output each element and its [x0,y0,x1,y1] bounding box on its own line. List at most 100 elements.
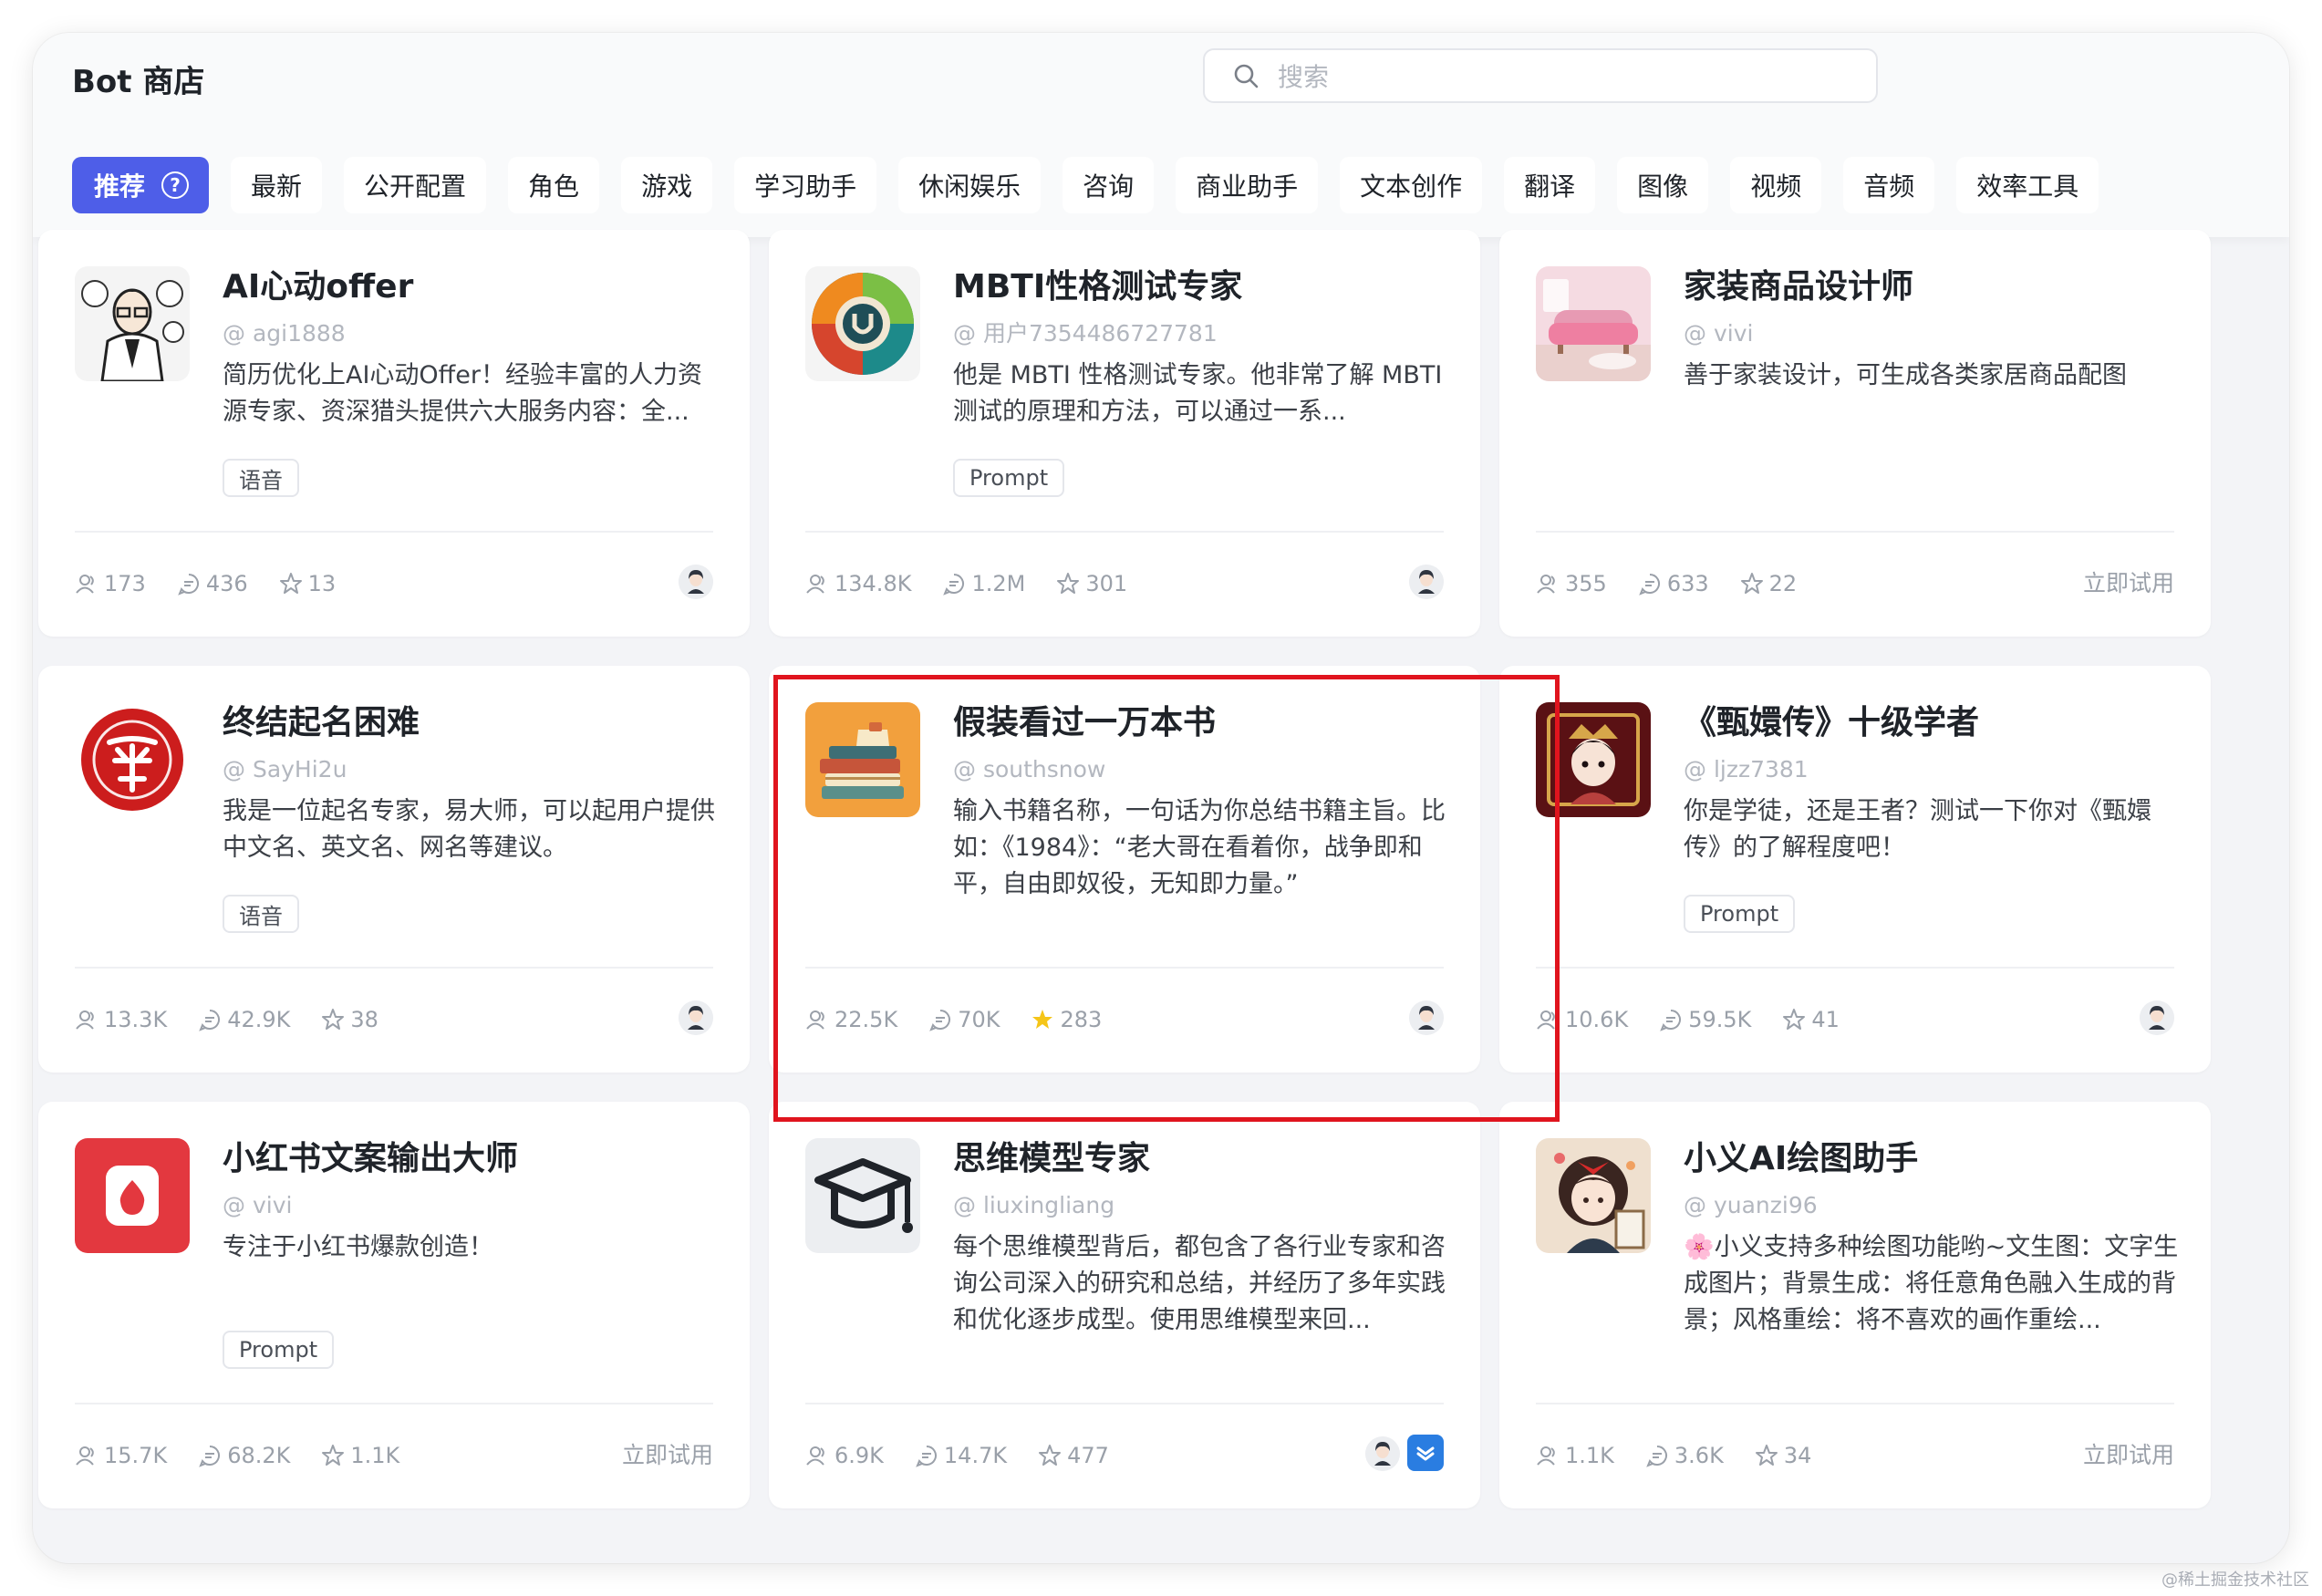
tab-游戏[interactable]: 游戏 [621,157,713,213]
try-now-link[interactable]: 立即试用 [622,1441,713,1470]
creator-avatar[interactable] [679,565,713,599]
chat-bubble-icon [1659,1008,1688,1031]
search-input[interactable] [1276,57,1845,96]
bot-description: 他是 MBTI 性格测试专家。他非常了解 MBTI 测试的原理和方法，可以通过一… [953,361,1443,426]
tab-label: 翻译 [1524,171,1576,202]
tab-label: 角色 [528,171,580,202]
stat-users: 173 [75,571,146,596]
stat-stars[interactable]: 34 [1755,1443,1812,1468]
star-filled-icon [1031,1008,1060,1031]
grad-cap-icon [805,1138,920,1253]
stat-stars-value: 13 [307,571,337,596]
try-now-link[interactable]: 立即试用 [2083,569,2174,598]
stat-stars[interactable]: 1.1K [321,1443,399,1468]
pink-sofa-icon [1536,266,1651,381]
stat-stars[interactable]: 38 [321,1007,378,1032]
star-icon [1740,572,1769,596]
users-icon [75,1444,104,1467]
creator-avatar[interactable] [2140,1000,2174,1035]
bot-description: 输入书籍名称，一句话为你总结书籍主旨。比如：《1984》：“老大哥在看着你，战争… [953,797,1446,898]
users-icon [75,572,104,596]
stat-stars[interactable]: 477 [1038,1443,1109,1468]
tab-label: 图像 [1637,171,1689,202]
stat-chats: 3.6K [1645,1443,1724,1468]
creator-avatar[interactable] [1365,1436,1400,1471]
bot-stats: 134.8K 1.2M 301 [805,569,1158,598]
creator-avatar[interactable] [1409,565,1444,599]
tab-视频[interactable]: 视频 [1730,157,1822,213]
lawyer-portrait-icon [75,266,190,381]
stat-stars[interactable]: 283 [1031,1007,1102,1032]
bot-stats: 15.7K 68.2K 1.1K [75,1441,430,1470]
stat-users: 15.7K [75,1443,167,1468]
bot-card[interactable]: 《甄嬛传》十级学者 @ ljzz7381 你是学徒，还是王者？测试一下你对《甄嬛传》… [1499,666,2211,1073]
bot-card[interactable]: 终结起名困难 @ SayHi2u 我是一位起名专家，易大师，可以起用户提供中文名、英… [38,666,750,1073]
card-divider [805,1403,1444,1404]
stat-stars[interactable]: 301 [1056,571,1127,596]
tab-休闲娱乐[interactable]: 休闲娱乐 [898,157,1042,213]
bot-author: @ agi1888 [223,320,346,347]
tab-公开配置[interactable]: 公开配置 [344,157,487,213]
bot-tag: Prompt [1684,895,1796,933]
stat-chats: 68.2K [198,1443,290,1468]
tab-推荐[interactable]: 推荐? [72,157,210,213]
bot-stats: 355 633 22 [1536,569,1828,598]
tab-音频[interactable]: 音频 [1843,157,1935,213]
bot-stats: 10.6K 59.5K 41 [1536,1005,1871,1034]
book-stack-icon [805,702,920,817]
tab-label: 效率工具 [1976,171,2079,202]
bot-card[interactable]: 思维模型专家 @ liuxingliang 每个思维模型背后，都包含了各行业专家和咨… [769,1102,1480,1508]
stat-stars[interactable]: 13 [279,571,337,596]
search-box[interactable] [1203,48,1878,103]
stat-users: 6.9K [805,1443,884,1468]
star-icon [1755,1444,1784,1467]
tab-最新[interactable]: 最新 [231,157,323,213]
star-icon [1056,572,1085,596]
bot-card[interactable]: 小义AI绘图助手 @ yuanzi96 🌸小义支持多种绘图功能哟~文生图：文字生成图… [1499,1102,2211,1508]
users-icon [1536,1008,1565,1031]
watermark: @稀土掘金技术社区 [2161,1570,2309,1590]
bot-card[interactable]: MBTI性格测试专家 @ 用户7354486727781 他是 MBTI 性格测试专… [769,230,1480,637]
help-circle-icon[interactable]: ? [161,171,190,199]
bot-title: AI心动offer [223,268,414,306]
stat-stars[interactable]: 41 [1782,1007,1840,1032]
bot-description: 简历优化上AI心动Offer！经验丰富的人力资源专家、资深猎头提供六大服务内容：… [223,361,702,426]
try-now-link[interactable]: 立即试用 [2083,1441,2174,1470]
bot-author: @ 用户7354486727781 [953,320,1218,347]
card-divider [805,531,1444,533]
bot-card[interactable]: AI心动offer @ agi1888 简历优化上AI心动Offer！经验丰富的人力… [38,230,750,637]
stat-users: 355 [1536,571,1607,596]
bot-card[interactable]: 假装看过一万本书 @ southsnow 输入书籍名称，一句话为你总结书籍主旨。比如… [769,666,1480,1073]
tab-商业助手[interactable]: 商业助手 [1176,157,1319,213]
tab-图像[interactable]: 图像 [1617,157,1709,213]
tab-label: 最新 [251,171,303,202]
tab-翻译[interactable]: 翻译 [1504,157,1596,213]
stat-stars[interactable]: 22 [1740,571,1797,596]
bot-stats: 13.3K 42.9K 38 [75,1005,409,1034]
bot-card[interactable]: 小红书文案输出大师 @ vivi 专注于小红书爆款创造！ Prompt 15.7K 68.… [38,1102,750,1508]
tab-学习助手[interactable]: 学习助手 [734,157,877,213]
tab-label: 休闲娱乐 [918,171,1021,202]
stat-users: 13.3K [75,1007,167,1032]
star-icon [1782,1008,1811,1031]
card-divider [75,967,713,969]
users-icon [1536,1444,1565,1467]
stat-chats-value: 14.7K [943,1443,1008,1468]
bot-title: 假装看过一万本书 [953,704,1217,741]
bot-card[interactable]: 家装商品设计师 @ vivi 善于家装设计，可生成各类家居商品配图 355 633 22 立… [1499,230,2211,637]
page-title: Bot 商店 [72,64,205,100]
tab-角色[interactable]: 角色 [508,157,600,213]
creator-avatar[interactable] [1409,1000,1444,1035]
red-seal-icon [75,702,190,817]
stat-users-value: 13.3K [104,1007,168,1032]
tab-文本创作[interactable]: 文本创作 [1340,157,1483,213]
chat-bubble-icon [928,1008,958,1031]
tab-咨询[interactable]: 咨询 [1063,157,1155,213]
bot-author: @ southsnow [953,756,1106,782]
stat-users-value: 22.5K [834,1007,898,1032]
bot-stats: 1.1K 3.6K 34 [1536,1441,1842,1470]
creator-avatar[interactable] [679,1000,713,1035]
stat-stars-value: 34 [1783,1443,1812,1468]
stat-stars-value: 283 [1060,1007,1103,1032]
tab-效率工具[interactable]: 效率工具 [1956,157,2099,213]
